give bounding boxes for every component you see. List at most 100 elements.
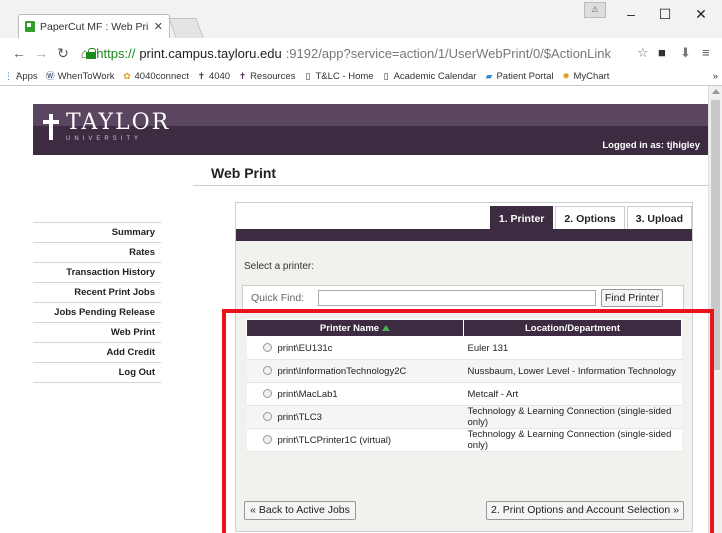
- quick-find-label: Quick Find:: [251, 292, 305, 304]
- printer-radio[interactable]: [262, 343, 272, 353]
- printer-radio[interactable]: [262, 366, 272, 376]
- table-row[interactable]: print\TLC3 Technology & Learning Connect…: [246, 405, 682, 429]
- 4040connect-icon: ✿: [123, 71, 131, 81]
- bookmark-patient-portal[interactable]: ▰ Patient Portal: [484, 71, 554, 82]
- tab-step-options[interactable]: 2. Options: [555, 206, 625, 230]
- new-tab-button[interactable]: [168, 18, 204, 38]
- printer-radio[interactable]: [262, 412, 272, 422]
- printer-radio[interactable]: [262, 389, 272, 399]
- table-row[interactable]: print\EU131c Euler 131: [246, 336, 682, 360]
- browser-titlebar: PaperCut MF : Web Print - ✕ ⚠ – ☐ ✕: [0, 0, 722, 38]
- sidebar-item-add-credit[interactable]: Add Credit: [33, 343, 161, 363]
- sidebar-item-log-out[interactable]: Log Out: [33, 363, 161, 383]
- bookmark-4040[interactable]: ✝ 4040: [197, 71, 230, 82]
- tab-title: PaperCut MF : Web Print -: [40, 20, 149, 33]
- column-header-location[interactable]: Location/Department: [463, 319, 682, 337]
- sidebar-nav: Summary Rates Transaction History Recent…: [33, 189, 161, 383]
- title-divider: [193, 185, 708, 186]
- bookmark-academic-calendar[interactable]: ▯ Academic Calendar: [382, 71, 477, 82]
- sort-ascending-icon: [382, 324, 391, 331]
- printer-location: Metcalf - Art: [463, 382, 682, 406]
- quick-find-box: Quick Find: Find Printer: [242, 285, 684, 311]
- print-options-button[interactable]: 2. Print Options and Account Selection »: [486, 501, 684, 520]
- reload-icon[interactable]: ↻: [52, 45, 74, 62]
- column-header-printer-name[interactable]: Printer Name: [246, 319, 464, 337]
- printer-location: Nussbaum, Lower Level - Information Tech…: [463, 359, 682, 383]
- url-path: :9192/app?service=action/1/UserWebPrint/…: [285, 45, 611, 61]
- extension-icon[interactable]: ■: [658, 45, 666, 60]
- wizard-steps: 1. Printer 2. Options 3. Upload: [488, 206, 692, 230]
- printer-name: print\TLC3: [277, 411, 322, 423]
- printer-location: Technology & Learning Connection (single…: [463, 428, 682, 452]
- printer-name: print\TLCPrinter1C (virtual): [277, 434, 392, 446]
- printer-location: Technology & Learning Connection (single…: [463, 405, 682, 429]
- bookmarks-overflow-icon[interactable]: »: [713, 71, 718, 82]
- printer-radio[interactable]: [262, 435, 272, 445]
- sidebar-item-jobs-pending-release[interactable]: Jobs Pending Release: [33, 303, 161, 323]
- page-scrollbar[interactable]: [708, 86, 722, 533]
- download-icon[interactable]: ⬇: [680, 45, 691, 61]
- menu-icon[interactable]: ≡: [702, 45, 710, 60]
- browser-tab[interactable]: PaperCut MF : Web Print - ✕: [18, 14, 170, 38]
- quick-find-input[interactable]: [318, 290, 596, 306]
- taylor-logo[interactable]: TAYLOR UNIVERSITY: [42, 112, 170, 142]
- taylor-cross-icon: ✝: [238, 71, 247, 81]
- bookmarks-bar: ⋮⋮ Apps Ⓦ WhenToWork ✿ 4040connect ✝ 4040 ✝ R…: [0, 68, 722, 86]
- bookmark-mychart[interactable]: ✹ MyChart: [562, 71, 609, 82]
- bookmark-resources[interactable]: ✝ Resources: [238, 71, 296, 82]
- scroll-thumb[interactable]: [711, 100, 720, 370]
- whentowork-icon: Ⓦ: [45, 71, 55, 81]
- minimize-icon[interactable]: –: [616, 6, 646, 22]
- logo-subtitle: UNIVERSITY: [66, 136, 143, 142]
- page-icon: ▯: [383, 71, 389, 81]
- profile-badge[interactable]: ⚠: [584, 2, 606, 18]
- table-row[interactable]: print\InformationTechnology2C Nussbaum, …: [246, 359, 682, 383]
- printer-table: Printer Name Location/Department print\E…: [246, 319, 682, 452]
- back-to-active-jobs-button[interactable]: « Back to Active Jobs: [244, 501, 356, 520]
- sidebar-item-recent-print-jobs[interactable]: Recent Print Jobs: [33, 283, 161, 303]
- lock-icon: [86, 47, 97, 59]
- address-bar[interactable]: https://print.campus.tayloru.edu:9192/ap…: [86, 43, 611, 63]
- printer-name: print\InformationTechnology2C: [277, 365, 407, 377]
- bookmark-apps[interactable]: ⋮⋮ Apps: [4, 71, 38, 82]
- papercut-favicon-icon: [25, 21, 35, 32]
- tab-step-printer[interactable]: 1. Printer: [489, 206, 554, 230]
- forward-arrow-icon[interactable]: →: [30, 45, 52, 61]
- printer-name: print\EU131c: [277, 342, 333, 354]
- web-print-panel: 1. Printer 2. Options 3. Upload Select a…: [235, 202, 693, 532]
- taylor-cross-icon: [42, 114, 60, 140]
- tab-step-upload[interactable]: 3. Upload: [626, 206, 692, 230]
- logo-title: TAYLOR: [66, 110, 171, 135]
- url-scheme: https://: [96, 45, 136, 61]
- table-row[interactable]: print\TLCPrinter1C (virtual) Technology …: [246, 428, 682, 452]
- sidebar-item-rates[interactable]: Rates: [33, 243, 161, 263]
- printer-location: Euler 131: [463, 336, 682, 360]
- select-printer-label: Select a printer:: [244, 261, 315, 272]
- mychart-icon: ✹: [562, 71, 570, 81]
- taylor-cross-icon: ✝: [197, 71, 206, 81]
- page-viewport: TAYLOR UNIVERSITY Logged in as: tjhigley…: [0, 86, 708, 533]
- bookmark-whentowork[interactable]: Ⓦ WhenToWork: [46, 71, 115, 82]
- logged-in-user: Logged in as: tjhigley: [602, 140, 700, 151]
- sidebar-item-transaction-history[interactable]: Transaction History: [33, 263, 161, 283]
- sidebar-item-web-print[interactable]: Web Print: [33, 323, 161, 343]
- steps-header: 1. Printer 2. Options 3. Upload: [236, 203, 692, 230]
- url-host: print.campus.tayloru.edu: [139, 45, 282, 61]
- sidebar-item-summary[interactable]: Summary: [33, 223, 161, 243]
- scroll-up-icon[interactable]: [712, 89, 720, 94]
- tab-close-icon[interactable]: ✕: [154, 20, 163, 33]
- window-close-icon[interactable]: ✕: [686, 6, 716, 23]
- table-row[interactable]: print\MacLab1 Metcalf - Art: [246, 382, 682, 406]
- maximize-icon[interactable]: ☐: [650, 6, 680, 23]
- page-icon: ▯: [305, 71, 311, 81]
- page-title: Web Print: [211, 165, 277, 181]
- bookmark-tlc-home[interactable]: ▯ T&LC - Home: [303, 71, 374, 82]
- steps-bar: [236, 229, 692, 241]
- apps-grid-icon: ⋮⋮: [4, 71, 22, 81]
- back-arrow-icon[interactable]: ←: [8, 45, 30, 61]
- star-icon[interactable]: ☆: [637, 45, 649, 61]
- browser-toolbar: ← → ↻ ⌂ https://print.campus.tayloru.edu…: [0, 38, 722, 68]
- printer-name: print\MacLab1: [277, 388, 338, 400]
- bookmark-4040connect[interactable]: ✿ 4040connect: [123, 71, 189, 82]
- find-printer-button[interactable]: Find Printer: [601, 289, 663, 307]
